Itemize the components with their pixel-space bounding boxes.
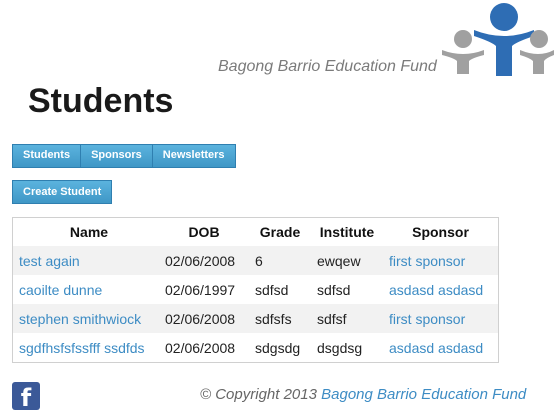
nav-students[interactable]: Students [13,145,82,167]
table-header-row: Name DOB Grade Institute Sponsor [13,218,498,246]
student-institute: sdfsf [311,304,383,333]
student-grade: sdfsfs [249,304,311,333]
students-table: Name DOB Grade Institute Sponsor test ag… [12,217,499,363]
header-institute: Institute [319,224,375,240]
footer-copyright: © Copyright 2013 Bagong Barrio Education… [200,386,526,403]
copyright-text: © Copyright 2013 [200,386,317,403]
student-dob: 02/06/2008 [165,339,236,356]
student-name-link[interactable]: sgdfhsfsfssfff ssdfds [19,340,145,356]
page-title: Students [28,82,174,120]
header-grade: Grade [259,224,301,240]
nav-newsletters[interactable]: Newsletters [152,145,235,167]
header-sponsor: Sponsor [412,224,469,240]
table-row: caoilte dunne 02/06/1997 sdfsd sdfsd asd… [13,275,498,304]
student-dob: 02/06/2008 [159,304,249,333]
student-institute: sdfsd [317,281,351,298]
sponsor-link[interactable]: asdasd asdasd [389,340,483,356]
student-name-link[interactable]: caoilte dunne [19,282,102,298]
student-grade: 6 [249,246,311,275]
nav-sponsors[interactable]: Sponsors [81,145,153,167]
student-name-link[interactable]: test again [19,253,80,269]
student-grade: sdfsd [255,281,289,298]
create-student-button[interactable]: Create Student [12,180,113,204]
header-name: Name [69,224,109,240]
facebook-icon[interactable]: f [12,382,40,412]
sponsor-link[interactable]: first sponsor [389,253,465,269]
student-name-link[interactable]: stephen smithwiock [19,311,141,327]
sponsor-link[interactable]: first sponsor [389,311,465,327]
student-grade: sdgsdg [255,339,301,356]
student-dob: 02/06/1997 [165,281,236,298]
logo-icon [442,3,554,76]
student-dob: 02/06/2008 [159,246,249,275]
table-row: sgdfhsfsfssfff ssdfds 02/06/2008 sdgsdg … [13,333,498,362]
brand-name: Bagong Barrio Education Fund [218,58,437,75]
footer-brand-link[interactable]: Bagong Barrio Education Fund [321,386,526,403]
student-institute: ewqew [311,246,383,275]
sponsor-link[interactable]: asdasd asdasd [389,282,483,298]
student-institute: dsgdsg [317,339,363,356]
header-dob: DOB [188,224,220,240]
table-row: stephen smithwiock 02/06/2008 sdfsfs sdf… [13,304,498,333]
main-nav: Students Sponsors Newsletters [12,144,236,168]
table-row: test again 02/06/2008 6 ewqew first spon… [13,246,498,275]
